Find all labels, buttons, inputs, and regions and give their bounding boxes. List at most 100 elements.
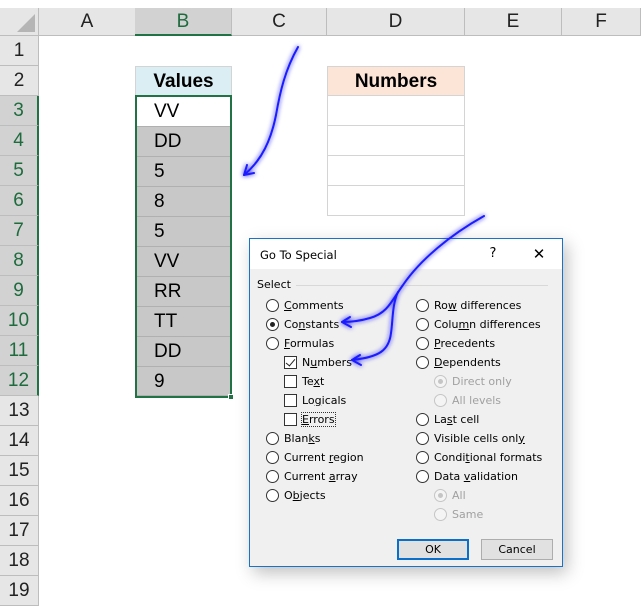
column-header-c[interactable]: C bbox=[232, 8, 327, 36]
values-cell[interactable]: 5 bbox=[137, 157, 230, 187]
radio-button-unchecked-icon[interactable] bbox=[416, 431, 429, 445]
select-group-divider bbox=[290, 285, 548, 286]
checkbox-unchecked-icon[interactable] bbox=[284, 374, 297, 388]
row-header-3[interactable]: 3 bbox=[0, 96, 39, 126]
checkbox-checked-icon[interactable] bbox=[284, 355, 297, 369]
row-header-14[interactable]: 14 bbox=[0, 426, 39, 456]
values-cell[interactable]: DD bbox=[137, 127, 230, 157]
radio-button-unchecked-icon[interactable] bbox=[266, 431, 279, 445]
column-header-d[interactable]: D bbox=[327, 8, 465, 36]
label-text: stants bbox=[305, 317, 340, 331]
values-cell[interactable]: 5 bbox=[137, 217, 230, 247]
radio-button-unchecked-icon[interactable] bbox=[416, 317, 429, 331]
radio-button-checked-icon[interactable] bbox=[266, 317, 279, 331]
radio-data-validation[interactable]: Data validation bbox=[416, 468, 518, 484]
checkbox-numbers[interactable]: Numbers bbox=[284, 354, 352, 370]
radio-precedents[interactable]: Precedents bbox=[416, 335, 495, 351]
radio-visible-cells-only[interactable]: Visible cells only bbox=[416, 430, 525, 446]
option-label: Current region bbox=[284, 451, 364, 464]
values-cell[interactable]: 8 bbox=[137, 187, 230, 217]
checkbox-logicals[interactable]: Logicals bbox=[284, 392, 346, 408]
row-header-12[interactable]: 12 bbox=[0, 366, 39, 396]
label-text: All levels bbox=[452, 393, 502, 407]
radio-button-unchecked-icon[interactable] bbox=[416, 355, 429, 369]
radio-button-unchecked-icon[interactable] bbox=[266, 450, 279, 464]
values-cell[interactable]: VV bbox=[137, 97, 230, 127]
numbers-cell[interactable] bbox=[327, 96, 465, 126]
row-header-17[interactable]: 17 bbox=[0, 516, 39, 546]
numbers-header-cell[interactable]: Numbers bbox=[327, 66, 465, 96]
row-header-2[interactable]: 2 bbox=[0, 66, 39, 96]
row-header-19[interactable]: 19 bbox=[0, 576, 39, 606]
option-label: Constants bbox=[284, 318, 339, 331]
column-header-b[interactable]: B bbox=[135, 8, 232, 36]
row-header-16[interactable]: 16 bbox=[0, 486, 39, 516]
radio-button-unchecked-icon[interactable] bbox=[266, 469, 279, 483]
values-cell[interactable]: 9 bbox=[137, 367, 230, 396]
radio-button-unchecked-icon[interactable] bbox=[266, 488, 279, 502]
radio-dependents[interactable]: Dependents bbox=[416, 354, 501, 370]
values-cell[interactable]: RR bbox=[137, 277, 230, 307]
access-key: a bbox=[328, 469, 336, 483]
label-text: icals bbox=[321, 393, 347, 407]
checkbox-unchecked-icon[interactable] bbox=[284, 412, 297, 426]
column-header-a[interactable]: A bbox=[39, 8, 136, 36]
radio-button-unchecked-icon[interactable] bbox=[416, 336, 429, 350]
radio-button-unchecked-icon[interactable] bbox=[266, 336, 279, 350]
label-text: All bbox=[452, 488, 466, 502]
row-header-7[interactable]: 7 bbox=[0, 216, 39, 246]
dialog-titlebar[interactable]: Go To Special ? ✕ bbox=[250, 239, 562, 269]
radio-current-region[interactable]: Current region bbox=[266, 449, 364, 465]
label-text: mbers bbox=[317, 355, 352, 369]
values-cell[interactable]: DD bbox=[137, 337, 230, 367]
radio-current-array[interactable]: Current array bbox=[266, 468, 358, 484]
help-button[interactable]: ? bbox=[483, 244, 503, 264]
numbers-cell[interactable] bbox=[327, 156, 465, 186]
radio-button-unchecked-icon[interactable] bbox=[416, 412, 429, 426]
row-header-1[interactable]: 1 bbox=[0, 36, 39, 66]
close-icon[interactable]: ✕ bbox=[529, 244, 549, 264]
radio-last-cell[interactable]: Last cell bbox=[416, 411, 479, 427]
option-label: Text bbox=[302, 375, 324, 388]
label-text: n differences bbox=[469, 317, 541, 331]
numbers-cell[interactable] bbox=[327, 126, 465, 156]
row-header-10[interactable]: 10 bbox=[0, 306, 39, 336]
radio-comments[interactable]: Comments bbox=[266, 297, 344, 313]
checkbox-errors[interactable]: Errors bbox=[284, 411, 336, 427]
radio-column-differences[interactable]: Column differences bbox=[416, 316, 541, 332]
radio-button-unchecked-icon[interactable] bbox=[416, 298, 429, 312]
radio-button-unchecked-icon[interactable] bbox=[416, 450, 429, 464]
column-header-e[interactable]: E bbox=[465, 8, 562, 36]
column-header-f[interactable]: F bbox=[562, 8, 641, 36]
numbers-cell[interactable] bbox=[327, 186, 465, 216]
row-header-11[interactable]: 11 bbox=[0, 336, 39, 366]
label-text: Current bbox=[284, 450, 329, 464]
radio-blanks[interactable]: Blanks bbox=[266, 430, 320, 446]
radio-row-differences[interactable]: Row differences bbox=[416, 297, 521, 313]
values-cell[interactable]: VV bbox=[137, 247, 230, 277]
fill-handle[interactable] bbox=[228, 394, 234, 400]
radio-objects[interactable]: Objects bbox=[266, 487, 326, 503]
cancel-button[interactable]: Cancel bbox=[481, 539, 553, 560]
row-header-5[interactable]: 5 bbox=[0, 156, 39, 186]
row-header-4[interactable]: 4 bbox=[0, 126, 39, 156]
select-all-corner[interactable] bbox=[0, 8, 39, 36]
radio-constants[interactable]: Constants bbox=[266, 316, 339, 332]
checkbox-text[interactable]: Text bbox=[284, 373, 324, 389]
checkbox-unchecked-icon[interactable] bbox=[284, 393, 297, 407]
radio-button-unchecked-icon[interactable] bbox=[266, 298, 279, 312]
row-header-9[interactable]: 9 bbox=[0, 276, 39, 306]
radio-button-unchecked-icon[interactable] bbox=[416, 469, 429, 483]
ok-button[interactable]: OK bbox=[397, 539, 469, 560]
values-header-cell[interactable]: Values bbox=[135, 66, 232, 96]
radio-conditional-formats[interactable]: Conditional formats bbox=[416, 449, 542, 465]
select-group-label: Select bbox=[257, 278, 296, 291]
label-text: O bbox=[284, 488, 293, 502]
row-header-15[interactable]: 15 bbox=[0, 456, 39, 486]
row-header-6[interactable]: 6 bbox=[0, 186, 39, 216]
row-header-18[interactable]: 18 bbox=[0, 546, 39, 576]
radio-formulas[interactable]: Formulas bbox=[266, 335, 334, 351]
values-cell[interactable]: TT bbox=[137, 307, 230, 337]
row-header-13[interactable]: 13 bbox=[0, 396, 39, 426]
row-header-8[interactable]: 8 bbox=[0, 246, 39, 276]
